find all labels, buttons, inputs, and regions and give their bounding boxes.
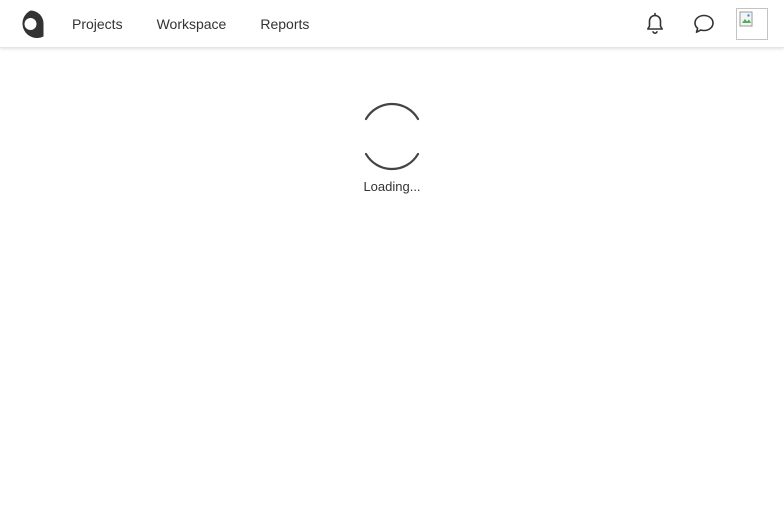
nav-workspace[interactable]: Workspace [157, 0, 227, 48]
top-navigation-bar: Projects Workspace Reports [0, 0, 784, 48]
nav-projects[interactable]: Projects [72, 0, 123, 48]
brand-logo-icon[interactable] [16, 9, 45, 38]
loading-spinner [364, 102, 420, 171]
broken-image-icon [739, 11, 753, 27]
loading-label: Loading... [363, 179, 421, 194]
bell-icon[interactable] [643, 12, 667, 36]
nav-reports[interactable]: Reports [260, 0, 309, 48]
chat-bubble-icon[interactable] [692, 12, 716, 36]
avatar[interactable] [736, 8, 768, 40]
main-nav: Projects Workspace Reports [72, 0, 343, 48]
